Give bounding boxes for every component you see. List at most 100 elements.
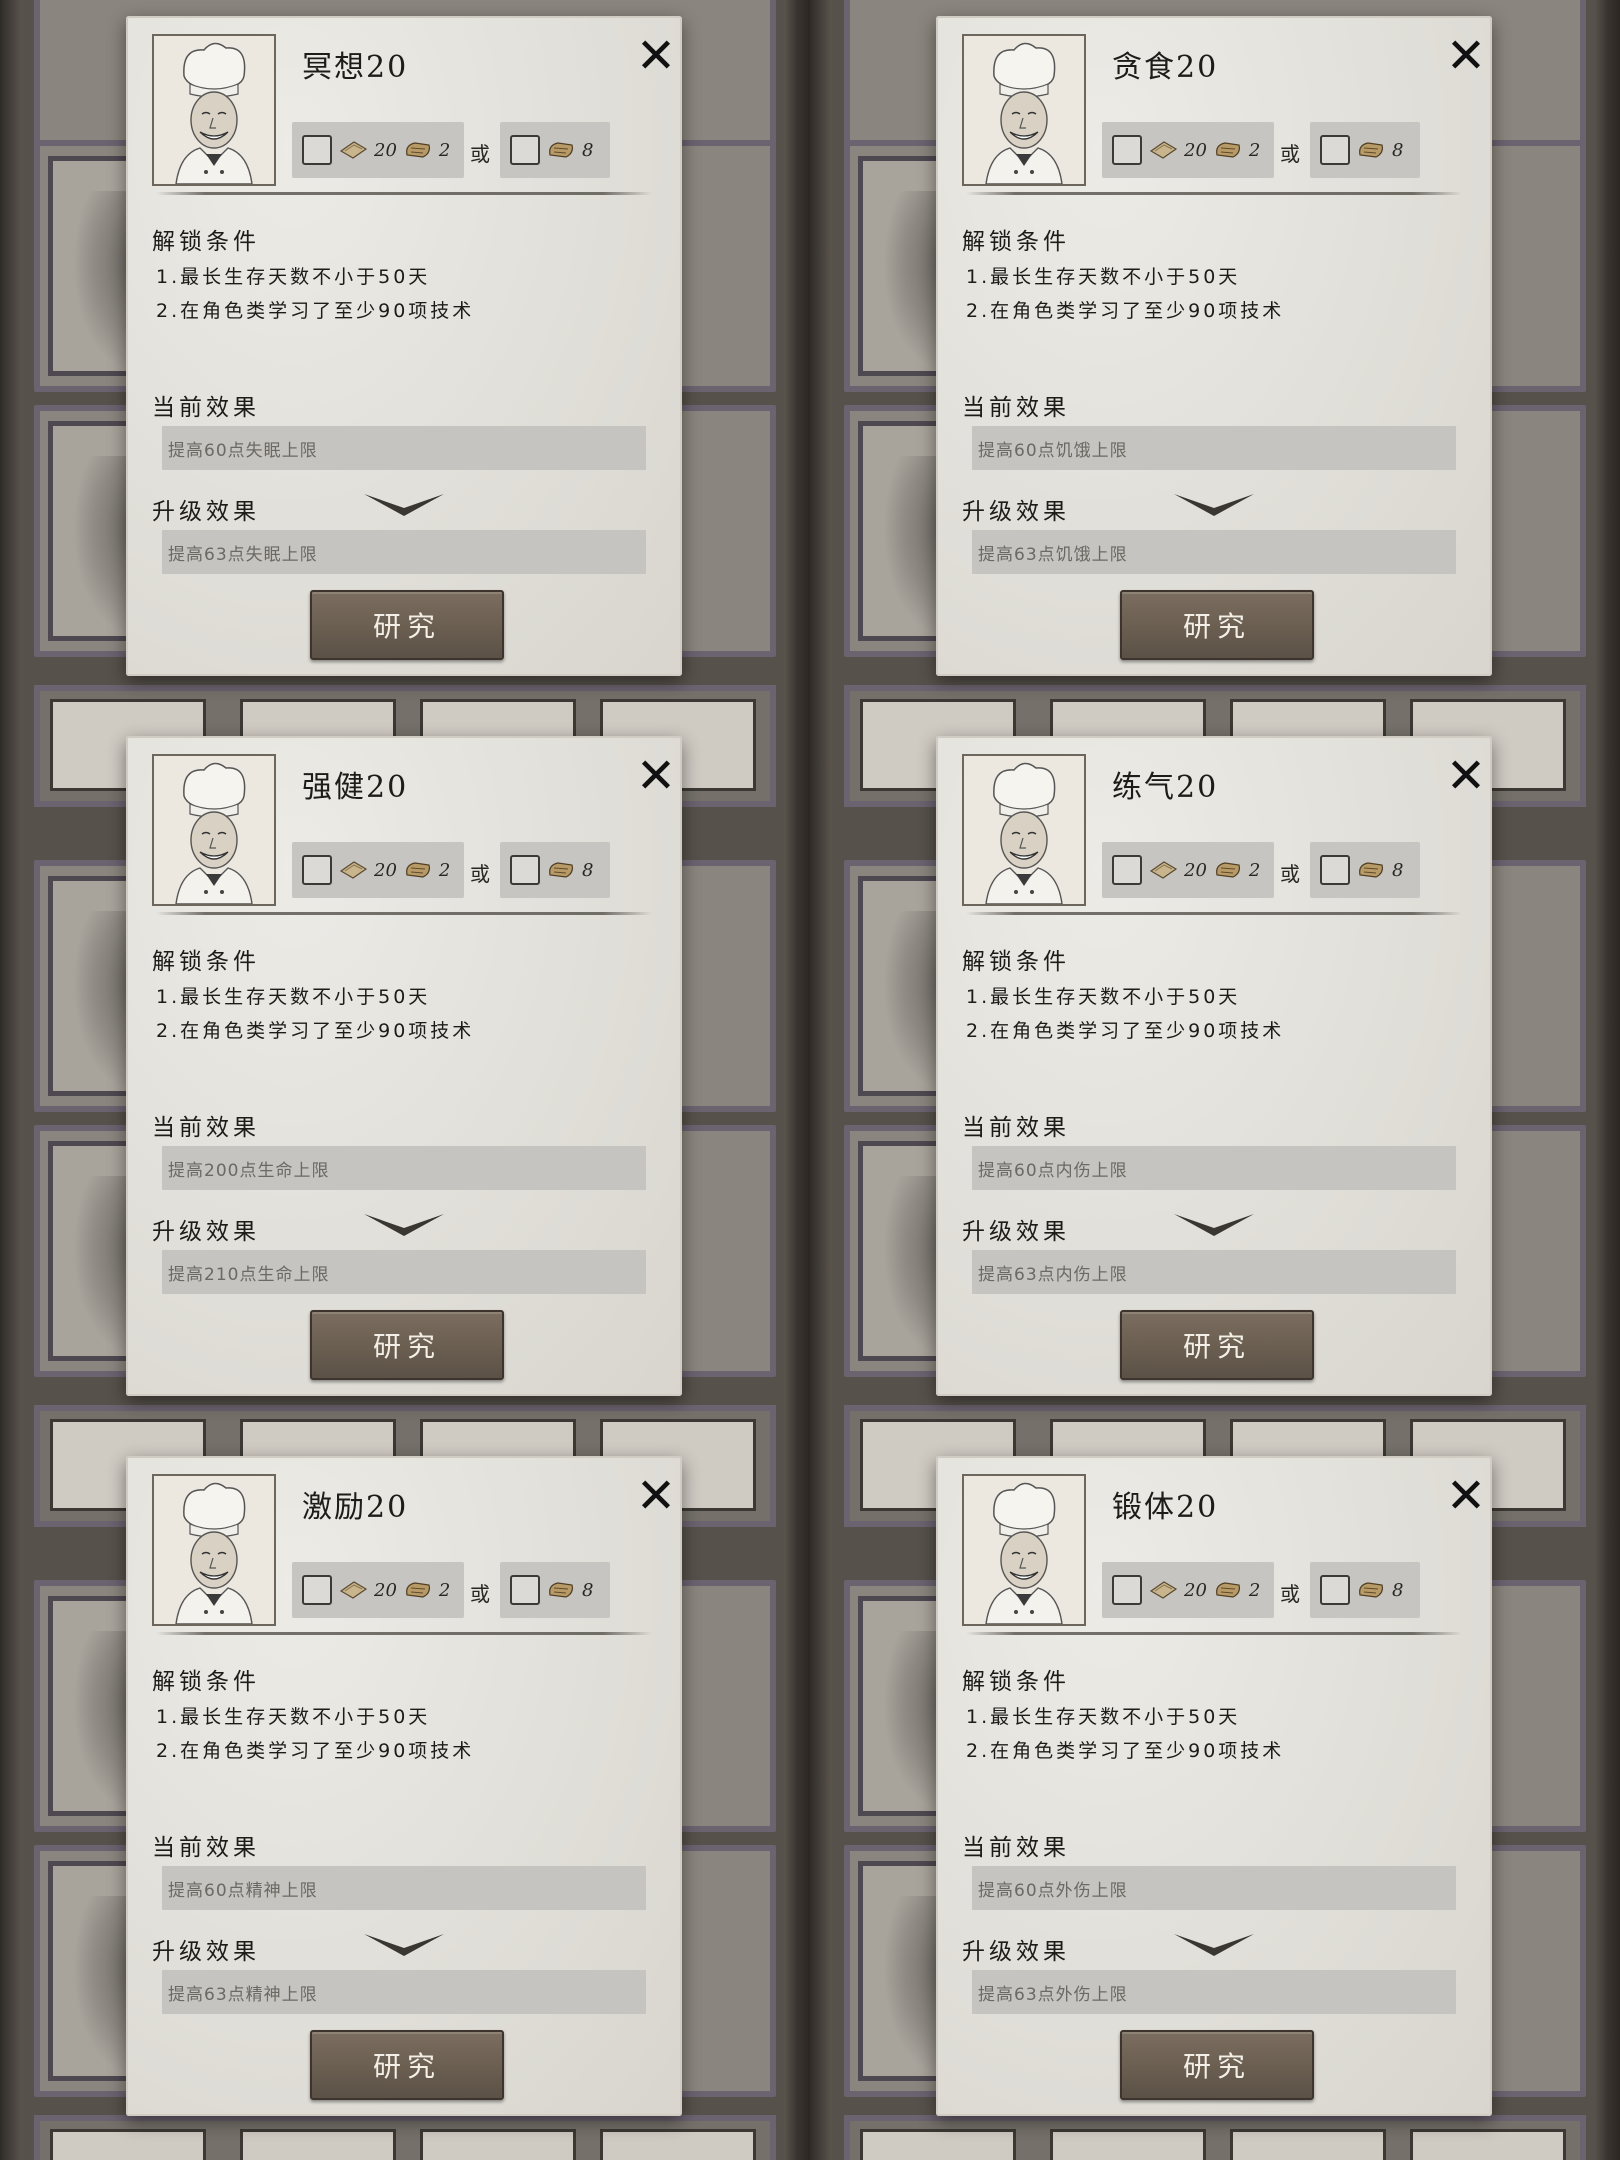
unlock-conditions-label: 解锁条件 <box>152 1669 260 1695</box>
chef-portrait <box>962 1474 1086 1626</box>
chevron-down-icon <box>364 1934 444 1956</box>
cost-paper-count: 20 <box>374 139 397 161</box>
skill-research-dialog: 锻体20 ✕ 20 2 或 8 解锁条件 1.最长生存天数不小于50天 2.在角… <box>936 1456 1492 2116</box>
upgrade-effect-value: 提高63点失眠上限 <box>162 530 646 574</box>
cost-scroll-count: 8 <box>582 1579 594 1601</box>
cost-paper-count: 20 <box>374 859 397 881</box>
current-effect-value: 提高60点精神上限 <box>162 1866 646 1910</box>
close-button[interactable]: ✕ <box>1444 1472 1488 1520</box>
chevron-down-icon <box>364 1214 444 1236</box>
rolled-scroll-icon <box>1215 1582 1240 1598</box>
cost-option-a[interactable]: 20 2 <box>292 842 464 898</box>
cost-scroll-count: 8 <box>582 139 594 161</box>
checkbox-icon[interactable] <box>302 1575 332 1605</box>
checkbox-icon[interactable] <box>1320 1575 1350 1605</box>
chevron-down-icon <box>364 494 444 516</box>
skill-title: 强健20 <box>302 770 409 805</box>
cost-option-a[interactable]: 20 2 <box>292 122 464 178</box>
chef-portrait <box>152 1474 276 1626</box>
chef-portrait <box>962 754 1086 906</box>
research-button[interactable]: 研究 <box>1120 1310 1314 1380</box>
chevron-down-icon <box>1174 1214 1254 1236</box>
checkbox-icon[interactable] <box>302 855 332 885</box>
checkbox-icon[interactable] <box>302 135 332 165</box>
checkbox-icon[interactable] <box>1320 135 1350 165</box>
checkbox-icon[interactable] <box>510 855 540 885</box>
upgrade-effect-label: 升级效果 <box>152 1219 260 1245</box>
rolled-scroll-icon <box>405 1582 430 1598</box>
unlock-conditions-label: 解锁条件 <box>962 949 1070 975</box>
research-button[interactable]: 研究 <box>310 1310 504 1380</box>
close-button[interactable]: ✕ <box>634 752 678 800</box>
checkbox-icon[interactable] <box>1112 135 1142 165</box>
research-button[interactable]: 研究 <box>1120 2030 1314 2100</box>
unlock-condition-1: 1.最长生存天数不小于50天 <box>966 986 1241 1008</box>
chevron-down-icon <box>1174 494 1254 516</box>
cost-scroll-count: 2 <box>438 859 451 881</box>
unlock-condition-1: 1.最长生存天数不小于50天 <box>966 266 1241 288</box>
cost-scroll-count: 8 <box>1392 1579 1404 1601</box>
research-button[interactable]: 研究 <box>1120 590 1314 660</box>
close-button[interactable]: ✕ <box>634 1472 678 1520</box>
cost-option-a[interactable]: 20 2 <box>1102 842 1274 898</box>
upgrade-effect-value: 提高63点饥饿上限 <box>972 530 1456 574</box>
rolled-scroll-icon <box>1215 862 1240 878</box>
cost-scroll-count: 2 <box>1248 139 1261 161</box>
upgrade-effect-value: 提高210点生命上限 <box>162 1250 646 1294</box>
rolled-scroll-icon <box>1359 142 1383 158</box>
skill-title: 冥想20 <box>302 50 409 85</box>
close-button[interactable]: ✕ <box>1444 28 1488 84</box>
skill-research-dialog: 贪食20 ✕ 20 2 或 8 解锁条件 1.最长生存天数不小于50天 2.在角… <box>936 16 1492 676</box>
close-icon: ✕ <box>1445 28 1487 84</box>
current-effect-value: 提高60点外伤上限 <box>972 1866 1456 1910</box>
bg-strip <box>34 2115 776 2160</box>
skill-research-dialog: 强健20 ✕ 20 2 或 8 解锁条件 1.最长生存天数不小于50天 2.在角… <box>126 736 682 1396</box>
upgrade-effect-label: 升级效果 <box>962 1219 1070 1245</box>
divider <box>966 912 1462 915</box>
checkbox-icon[interactable] <box>1112 1575 1142 1605</box>
paper-scroll-icon <box>339 141 368 159</box>
unlock-condition-2: 2.在角色类学习了至少90项技术 <box>156 1020 475 1042</box>
cost-option-b[interactable]: 8 <box>1310 122 1420 178</box>
research-button[interactable]: 研究 <box>310 590 504 660</box>
cost-scroll-count: 2 <box>438 1579 451 1601</box>
close-icon: ✕ <box>635 28 677 84</box>
cost-option-b[interactable]: 8 <box>500 1562 610 1618</box>
unlock-conditions-label: 解锁条件 <box>152 229 260 255</box>
unlock-condition-1: 1.最长生存天数不小于50天 <box>966 1706 1241 1728</box>
cost-scroll-count: 2 <box>438 139 451 161</box>
close-button[interactable]: ✕ <box>634 28 678 84</box>
checkbox-icon[interactable] <box>1320 855 1350 885</box>
cost-option-b[interactable]: 8 <box>500 122 610 178</box>
rolled-scroll-icon <box>549 1582 573 1598</box>
cost-option-a[interactable]: 20 2 <box>1102 1562 1274 1618</box>
current-effect-value: 提高60点饥饿上限 <box>972 426 1456 470</box>
divider <box>966 1632 1462 1635</box>
or-label: 或 <box>1280 142 1300 166</box>
skill-title: 锻体20 <box>1112 1490 1219 1525</box>
cost-option-b[interactable]: 8 <box>1310 842 1420 898</box>
rolled-scroll-icon <box>405 142 430 158</box>
checkbox-icon[interactable] <box>510 1575 540 1605</box>
chef-portrait <box>152 34 276 186</box>
unlock-condition-2: 2.在角色类学习了至少90项技术 <box>156 1740 475 1762</box>
cost-option-b[interactable]: 8 <box>500 842 610 898</box>
checkbox-icon[interactable] <box>510 135 540 165</box>
or-label: 或 <box>470 142 490 166</box>
checkbox-icon[interactable] <box>1112 855 1142 885</box>
or-label: 或 <box>1280 1582 1300 1606</box>
wood-edge-left <box>0 0 22 2160</box>
upgrade-effect-label: 升级效果 <box>962 1939 1070 1965</box>
unlock-condition-1: 1.最长生存天数不小于50天 <box>156 986 431 1008</box>
close-button[interactable]: ✕ <box>1444 752 1488 800</box>
unlock-condition-2: 2.在角色类学习了至少90项技术 <box>966 300 1285 322</box>
paper-scroll-icon <box>1149 1581 1178 1599</box>
skill-research-dialog: 激励20 ✕ 20 2 或 8 解锁条件 1.最长生存天数不小于50天 2.在角… <box>126 1456 682 2116</box>
current-effect-value: 提高60点内伤上限 <box>972 1146 1456 1190</box>
cost-paper-count: 20 <box>374 1579 397 1601</box>
cost-option-b[interactable]: 8 <box>1310 1562 1420 1618</box>
cost-option-a[interactable]: 20 2 <box>1102 122 1274 178</box>
divider <box>156 1632 652 1635</box>
cost-option-a[interactable]: 20 2 <box>292 1562 464 1618</box>
research-button[interactable]: 研究 <box>310 2030 504 2100</box>
